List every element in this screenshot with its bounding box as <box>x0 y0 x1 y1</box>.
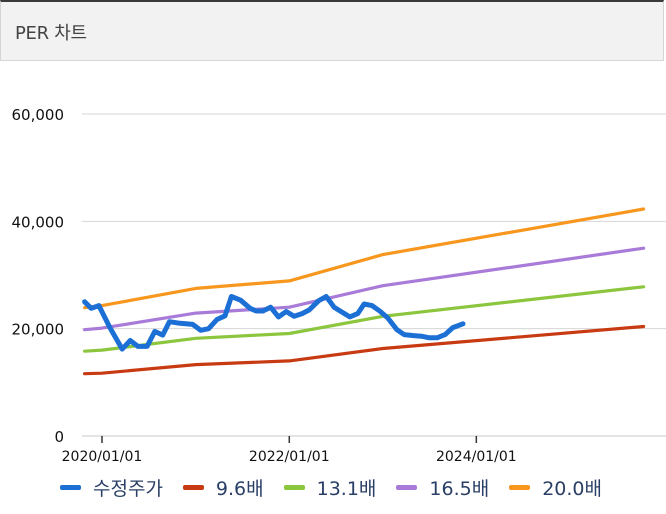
legend-swatch <box>182 485 204 490</box>
per-chart: 0 20,000 40,000 60,000 2020/01/01 2022/01/01 2… <box>12 106 666 465</box>
y-tick-label: 40,000 <box>12 213 65 231</box>
legend-item: 9.6배 <box>182 474 264 501</box>
x-tick-label: 2024/01/01 <box>436 449 517 465</box>
series-line-20.0배 <box>83 207 646 310</box>
chart-legend: 수정주가 9.6배 13.1배 16.5배 20.0배 <box>60 474 622 501</box>
legend-label: 9.6배 <box>215 478 264 500</box>
legend-label: 수정주가 <box>93 478 163 500</box>
legend-item: 20.0배 <box>509 474 602 501</box>
legend-swatch <box>396 485 418 490</box>
legend-item: 13.1배 <box>283 474 377 501</box>
y-tick-label: 20,000 <box>12 321 65 339</box>
legend-item: 수정주가 <box>60 474 163 501</box>
series-line-9.6배 <box>83 324 646 376</box>
legend-label: 20.0배 <box>542 478 603 500</box>
legend-swatch <box>60 485 81 490</box>
legend-label: 13.1배 <box>316 478 377 500</box>
x-tick-label: 2022/01/01 <box>249 449 330 465</box>
legend-swatch <box>509 485 531 490</box>
legend-label: 16.5배 <box>429 478 490 500</box>
y-tick-label: 0 <box>54 428 64 446</box>
legend-swatch <box>283 485 305 490</box>
y-tick-label: 60,000 <box>12 106 65 124</box>
x-tick-label: 2020/01/01 <box>62 449 143 465</box>
legend-item: 16.5배 <box>396 474 489 501</box>
